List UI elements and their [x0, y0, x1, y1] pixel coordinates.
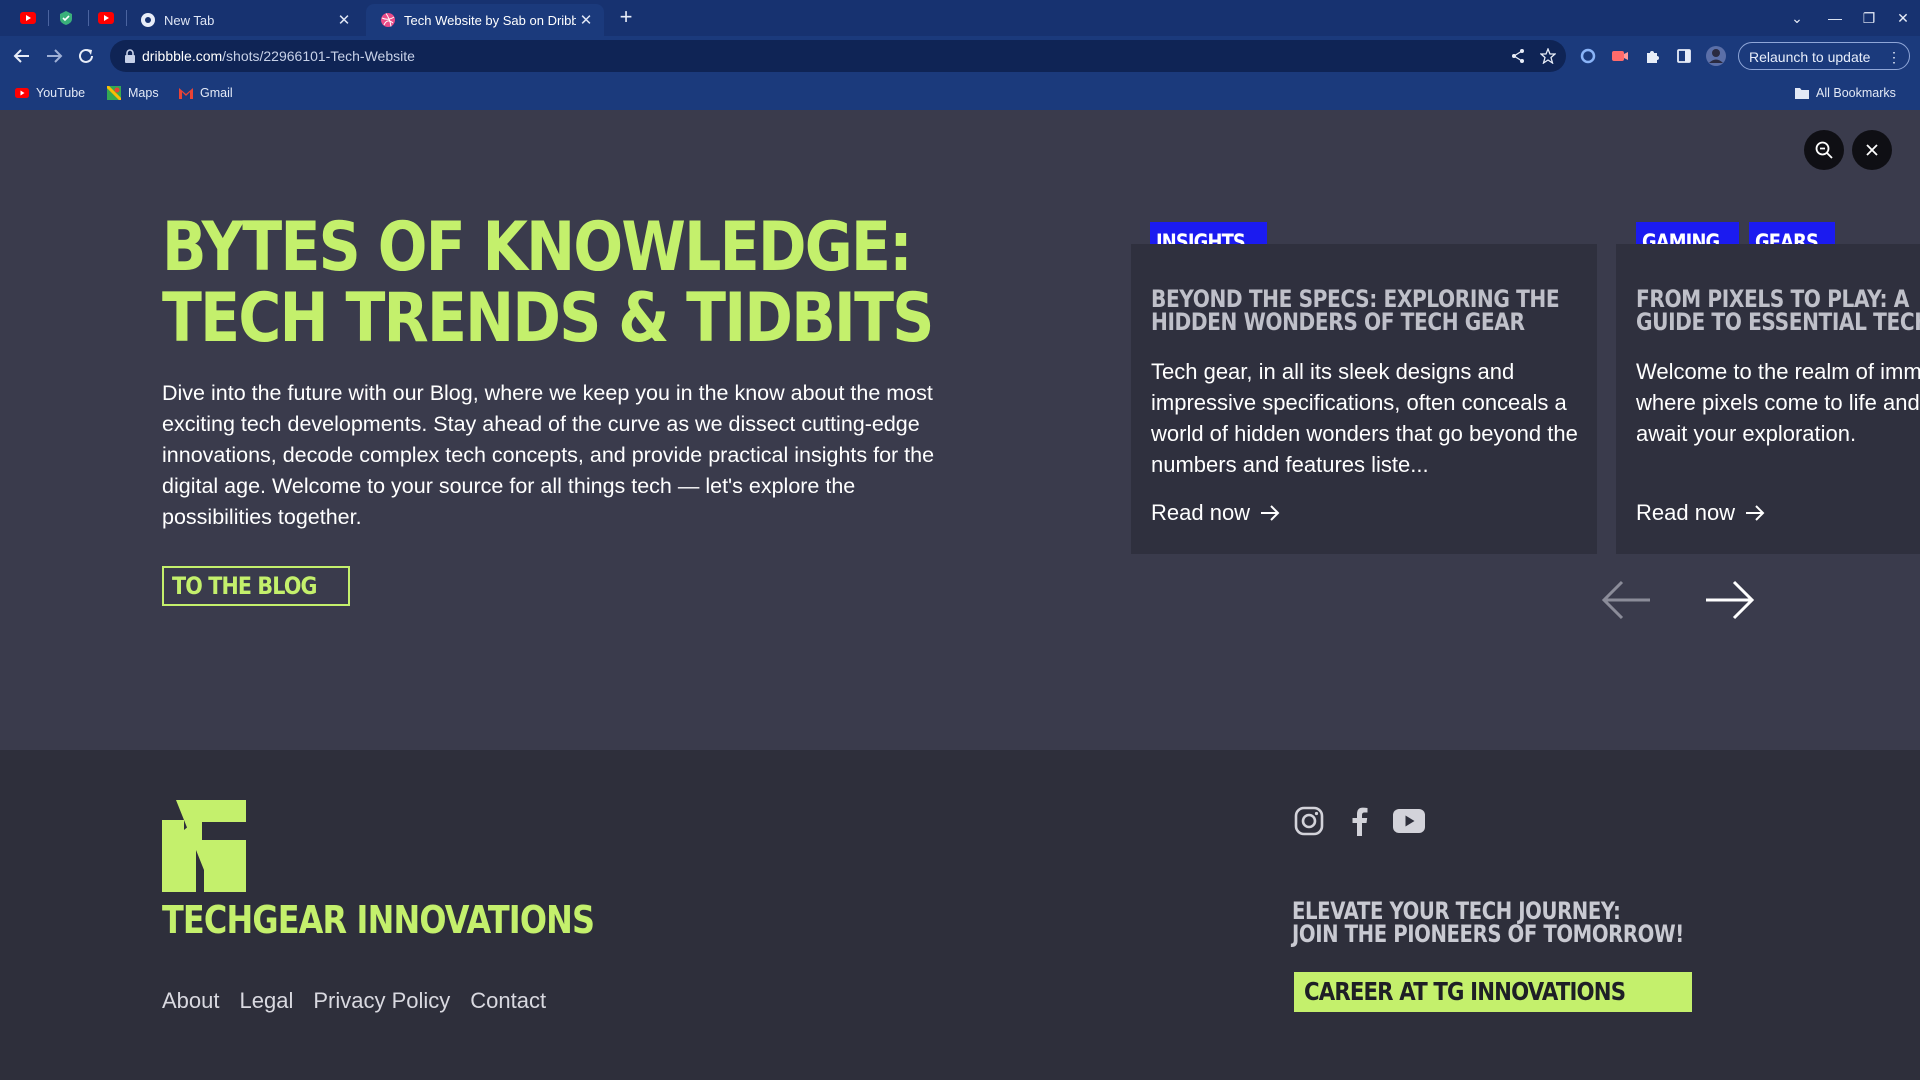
carousel-prev-button[interactable] [1598, 580, 1654, 620]
more-menu-icon: ⋮ [1887, 49, 1901, 65]
bookmark-maps[interactable]: Maps [106, 83, 159, 103]
profile-avatar-icon[interactable] [1702, 42, 1730, 70]
minimize-icon[interactable]: — [1820, 6, 1850, 30]
arrow-right-icon [1261, 505, 1280, 521]
bookmark-star-icon[interactable] [1538, 46, 1558, 66]
page-content: BYTES OF KNOWLEDGE: TECH TRENDS & TIDBIT… [0, 110, 1920, 1080]
blog-hero-section: BYTES OF KNOWLEDGE: TECH TRENDS & TIDBIT… [0, 110, 1920, 750]
reload-icon [79, 48, 93, 63]
hero-description: Dive into the future with our Blog, wher… [162, 381, 935, 529]
read-now-link[interactable]: Read now [1636, 500, 1765, 526]
to-the-blog-button[interactable]: TO THE BLOG [162, 566, 351, 606]
relaunch-to-update-button[interactable]: Relaunch to update ⋮ [1738, 42, 1910, 70]
extensions-puzzle-icon[interactable] [1638, 42, 1666, 70]
facebook-icon[interactable] [1342, 804, 1376, 838]
card-excerpt: Tech gear, in all its sleek designs and … [1151, 359, 1578, 477]
restore-icon[interactable]: ❐ [1854, 6, 1884, 30]
read-now-link[interactable]: Read now [1151, 500, 1280, 526]
instagram-icon[interactable] [1292, 804, 1326, 838]
arrow-right-icon [1746, 505, 1765, 521]
footer-link-legal[interactable]: Legal [240, 988, 294, 1014]
brand-name: TECHGEAR INNOVATIONS [162, 898, 595, 942]
tab-title: Tech Website by Sab on Dribbble [404, 12, 576, 28]
pinned-tab-youtube[interactable] [10, 4, 46, 32]
folder-icon [1794, 86, 1810, 100]
close-tab-icon[interactable]: ✕ [334, 11, 354, 29]
extension-record-icon[interactable] [1606, 42, 1634, 70]
techgear-logo-icon[interactable] [162, 800, 246, 892]
gmail-icon [178, 86, 194, 100]
reload-button[interactable] [72, 42, 100, 70]
forward-arrow-icon [47, 49, 63, 63]
browser-chrome: New Tab ✕ Tech Website by Sab on Dribbbl… [0, 0, 1920, 110]
shield-icon [60, 11, 72, 25]
tab-strip: New Tab ✕ Tech Website by Sab on Dribbbl… [0, 0, 1920, 36]
footer-link-contact[interactable]: Contact [470, 988, 546, 1014]
pinned-tab-youtube-2[interactable] [88, 4, 124, 32]
card-title: BEYOND THE SPECS: EXPLORING THE HIDDEN W… [1151, 285, 1560, 336]
tab-dribbble[interactable]: Tech Website by Sab on Dribbble ✕ [366, 4, 604, 36]
all-bookmarks-button[interactable]: All Bookmarks [1794, 83, 1896, 103]
arrow-left-icon [1601, 580, 1650, 620]
carousel-next-button[interactable] [1702, 580, 1758, 620]
back-button[interactable] [8, 42, 36, 70]
card-excerpt: Welcome to the realm of immersive gaming… [1636, 359, 1920, 446]
url-text: dribbble.com/shots/22966101-Tech-Website [142, 48, 415, 64]
hero-title: BYTES OF KNOWLEDGE: TECH TRENDS & TIDBIT… [162, 208, 934, 358]
footer-tagline: ELEVATE YOUR TECH JOURNEY: JOIN THE PION… [1292, 897, 1684, 948]
close-window-icon[interactable]: ✕ [1888, 6, 1918, 30]
chrome-icon [140, 12, 156, 28]
tab-search-icon[interactable]: ⌄ [1782, 6, 1812, 30]
extension-circle-icon[interactable] [1574, 42, 1602, 70]
site-footer: TECHGEAR INNOVATIONS About Legal Privacy… [0, 750, 1920, 1080]
youtube-icon [14, 86, 30, 100]
tab-title: New Tab [164, 12, 215, 28]
card-title: FROM PIXELS TO PLAY: A GUIDE TO ESSENTIA… [1636, 285, 1920, 336]
youtube-icon [98, 12, 114, 24]
arrow-right-icon [1706, 580, 1755, 620]
close-tab-icon[interactable]: ✕ [576, 11, 596, 29]
lock-icon[interactable] [122, 48, 138, 64]
youtube-icon[interactable] [1392, 804, 1426, 838]
navigation-bar: dribbble.com/shots/22966101-Tech-Website… [0, 36, 1920, 76]
bookmark-gmail[interactable]: Gmail [178, 83, 233, 103]
new-tab-button[interactable]: + [612, 6, 640, 30]
bookmark-youtube[interactable]: YouTube [14, 83, 85, 103]
side-panel-icon[interactable] [1670, 42, 1698, 70]
pinned-tab-shield[interactable] [48, 4, 84, 32]
footer-links: About Legal Privacy Policy Contact [162, 988, 546, 1014]
address-bar[interactable]: dribbble.com/shots/22966101-Tech-Website [110, 40, 1566, 72]
footer-link-about[interactable]: About [162, 988, 220, 1014]
bookmarks-bar: YouTube Maps Gmail All Bookmarks [0, 80, 1920, 106]
share-icon[interactable] [1508, 46, 1528, 66]
maps-icon [106, 86, 122, 100]
back-arrow-icon [13, 49, 29, 63]
forward-button[interactable] [40, 42, 68, 70]
dribbble-icon [380, 12, 396, 28]
tab-new-tab[interactable]: New Tab ✕ [126, 4, 362, 36]
card-clip: FROM PIXELS TO PLAY: A GUIDE TO ESSENTIA… [1616, 110, 1920, 750]
youtube-icon [20, 12, 36, 24]
footer-link-privacy-policy[interactable]: Privacy Policy [313, 988, 450, 1014]
blog-card[interactable]: FROM PIXELS TO PLAY: A GUIDE TO ESSENTIA… [1616, 244, 1920, 554]
career-button[interactable]: CAREER AT TG INNOVATIONS [1294, 972, 1692, 1012]
blog-card[interactable]: BEYOND THE SPECS: EXPLORING THE HIDDEN W… [1131, 244, 1597, 554]
